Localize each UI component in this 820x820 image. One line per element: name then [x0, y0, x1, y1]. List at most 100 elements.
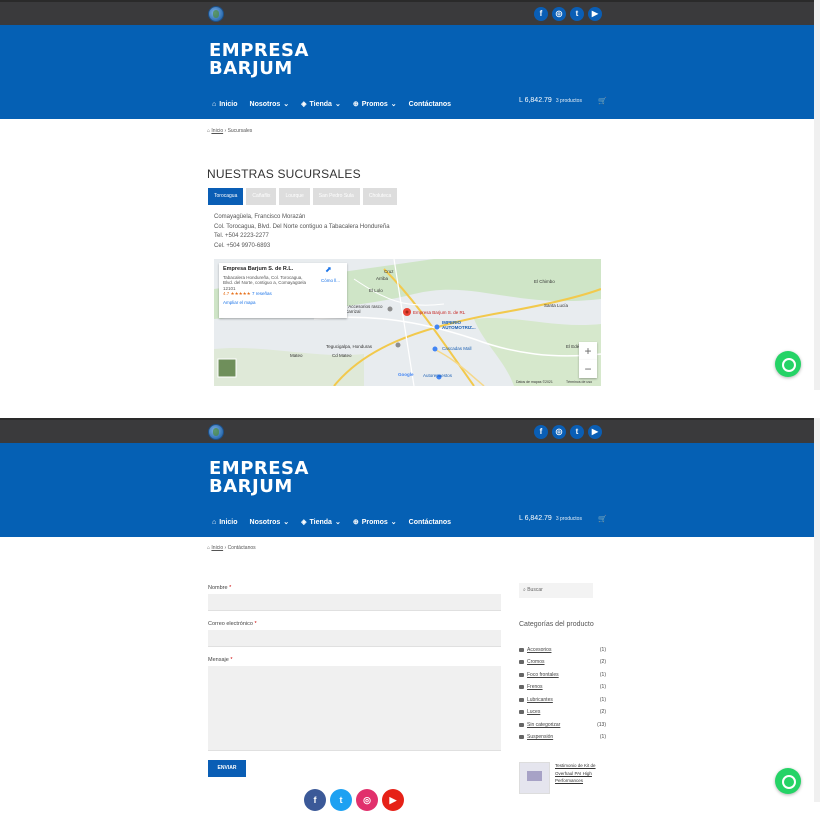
- site-logo[interactable]: EMPRESA BARJUM: [209, 460, 309, 496]
- instagram-icon[interactable]: ◎: [552, 7, 566, 21]
- screenshot-contactanos: f ◎ t ▶ EMPRESA BARJUM ⌂ Inicio Nosotros ⌄…: [0, 418, 820, 820]
- category-item[interactable]: Frenos (1): [519, 684, 606, 690]
- breadcrumb: ⌂ Inicio › Sucursales: [207, 128, 252, 134]
- category-item[interactable]: Sin categorizar (13): [519, 722, 606, 728]
- directions-link[interactable]: Cómo ll...: [321, 278, 340, 284]
- main-nav: ⌂ Inicio Nosotros ⌄ ◈ Tienda ⌄ ⊕ Promos ⌄ Cont…: [212, 97, 463, 111]
- whatsapp-icon[interactable]: [775, 351, 801, 377]
- embedded-map[interactable]: El Chimbo Santa Lucía El Edén IMPERIO AU…: [214, 259, 601, 386]
- breadcrumb-separator: ›: [224, 128, 227, 134]
- category-name[interactable]: Foco frontales: [519, 672, 559, 678]
- tab-san-pedro-sula[interactable]: San Pedro Sula: [312, 188, 360, 205]
- sidebar-product[interactable]: Testimonio de Kit de Overhaul PAI High P…: [519, 762, 609, 796]
- globe-icon[interactable]: [208, 6, 224, 22]
- phone-line: Tel. +504 2223-2277: [214, 233, 269, 239]
- product-title-link[interactable]: Testimonio de Kit de Overhaul PAI High P…: [555, 762, 610, 785]
- category-count: (1): [599, 684, 606, 690]
- zoom-out-button[interactable]: −: [579, 360, 597, 378]
- breadcrumb: ⌂ Inicio › Contáctanos: [207, 545, 256, 551]
- category-item[interactable]: Suspensión (1): [519, 734, 606, 740]
- category-item[interactable]: Luces (2): [519, 709, 606, 715]
- email-field[interactable]: [208, 630, 501, 647]
- category-item[interactable]: Cromos (2): [519, 659, 606, 665]
- nav-item-promos[interactable]: ⊕ Promos ⌄: [353, 97, 397, 111]
- nav-label: Contáctanos: [408, 518, 452, 526]
- sidebar-search-input[interactable]: ⌕ Buscar: [519, 583, 593, 598]
- category-item[interactable]: Accesorios (1): [519, 647, 606, 653]
- required-mark: *: [229, 585, 232, 591]
- tab-lourque[interactable]: Lourque: [279, 188, 310, 205]
- nav-item-nosotros[interactable]: Nosotros ⌄: [250, 97, 290, 111]
- category-item[interactable]: Foco frontales (1): [519, 672, 606, 678]
- basket-icon[interactable]: 🛒: [598, 515, 607, 523]
- product-thumbnail[interactable]: [519, 762, 550, 794]
- scrollbar[interactable]: [814, 0, 820, 390]
- message-textarea[interactable]: [208, 666, 501, 751]
- category-name[interactable]: Frenos: [519, 684, 543, 690]
- map-terms-link[interactable]: Términos de uso: [566, 380, 592, 384]
- nav-item-inicio[interactable]: ⌂ Inicio: [212, 515, 238, 529]
- youtube-icon[interactable]: ▶: [382, 789, 404, 811]
- whatsapp-icon[interactable]: [775, 768, 801, 794]
- nav-item-tienda[interactable]: ◈ Tienda ⌄: [301, 97, 341, 111]
- nav-item-contactanos[interactable]: Contáctanos: [409, 515, 451, 529]
- map-label: Santa Lucía: [544, 303, 569, 308]
- rating-stars: ★★★★★: [230, 291, 251, 296]
- twitter-icon[interactable]: t: [570, 7, 584, 21]
- nav-item-contactanos[interactable]: Contáctanos: [409, 97, 451, 111]
- youtube-icon[interactable]: ▶: [588, 7, 602, 21]
- message-label-text: Mensaje: [208, 657, 229, 663]
- category-name[interactable]: Suspensión: [519, 734, 553, 740]
- nav-item-tienda[interactable]: ◈ Tienda ⌄: [301, 515, 341, 529]
- nav-item-nosotros[interactable]: Nosotros ⌄: [250, 515, 290, 529]
- category-name[interactable]: Sin categorizar: [519, 722, 560, 728]
- category-name[interactable]: Luces: [519, 709, 540, 715]
- zoom-in-button[interactable]: +: [579, 342, 597, 360]
- breadcrumb-separator: ›: [224, 545, 227, 551]
- submit-button[interactable]: ENVIAR: [208, 760, 246, 777]
- tab-canaflix[interactable]: Cañaflix: [246, 188, 277, 205]
- breadcrumb-current: Sucursales: [227, 128, 253, 134]
- scrollbar[interactable]: [814, 418, 820, 802]
- chevron-down-icon: ⌄: [283, 519, 290, 526]
- reviews-link[interactable]: 7 reseñas: [252, 291, 272, 296]
- category-count: (2): [599, 659, 606, 665]
- tab-torocagua[interactable]: Torocagua: [208, 188, 244, 205]
- site-logo[interactable]: EMPRESA BARJUM: [209, 42, 309, 78]
- cart-summary[interactable]: L 6,842.79 3 productos: [519, 515, 582, 522]
- twitter-icon[interactable]: t: [330, 789, 352, 811]
- branch-tabs: Torocagua Cañaflix Lourque San Pedro Sul…: [208, 188, 398, 205]
- globe-icon[interactable]: [208, 424, 224, 440]
- category-count: (1): [599, 697, 606, 703]
- category-name[interactable]: Accesorios: [519, 647, 551, 653]
- category-name[interactable]: Lubricantes: [519, 697, 553, 703]
- facebook-icon[interactable]: f: [534, 425, 548, 439]
- map-label: El Chimbo: [534, 279, 555, 284]
- instagram-icon[interactable]: ◎: [552, 425, 566, 439]
- chevron-down-icon: ⌄: [334, 519, 341, 526]
- enlarge-map-link[interactable]: Ampliar el mapa: [223, 300, 343, 306]
- facebook-icon[interactable]: f: [304, 789, 326, 811]
- tab-choluteca[interactable]: Choluteca: [362, 188, 398, 205]
- youtube-icon[interactable]: ▶: [588, 425, 602, 439]
- cart-total: L 6,842.79: [519, 97, 552, 104]
- twitter-icon[interactable]: t: [570, 425, 584, 439]
- home-icon: ⌂: [212, 518, 217, 526]
- nav-label: Promos: [361, 518, 388, 526]
- breadcrumb-home[interactable]: Inicio: [211, 128, 223, 134]
- cart-summary[interactable]: L 6,842.79 3 productos: [519, 97, 582, 104]
- category-name[interactable]: Cromos: [519, 659, 545, 665]
- category-item[interactable]: Lubricantes (1): [519, 697, 606, 703]
- nav-item-promos[interactable]: ⊕ Promos ⌄: [353, 515, 397, 529]
- car-icon: ◈: [301, 101, 307, 108]
- home-icon: ⌂: [207, 545, 211, 551]
- name-field[interactable]: [208, 594, 501, 611]
- directions-icon[interactable]: ⬈: [325, 266, 332, 273]
- basket-icon[interactable]: 🛒: [598, 97, 607, 105]
- name-label-text: Nombre: [208, 585, 228, 591]
- instagram-icon[interactable]: ◎: [356, 789, 378, 811]
- map-label: Cascadas Mall: [442, 346, 472, 351]
- facebook-icon[interactable]: f: [534, 7, 548, 21]
- nav-item-inicio[interactable]: ⌂ Inicio: [212, 97, 238, 111]
- breadcrumb-home[interactable]: Inicio: [211, 545, 223, 551]
